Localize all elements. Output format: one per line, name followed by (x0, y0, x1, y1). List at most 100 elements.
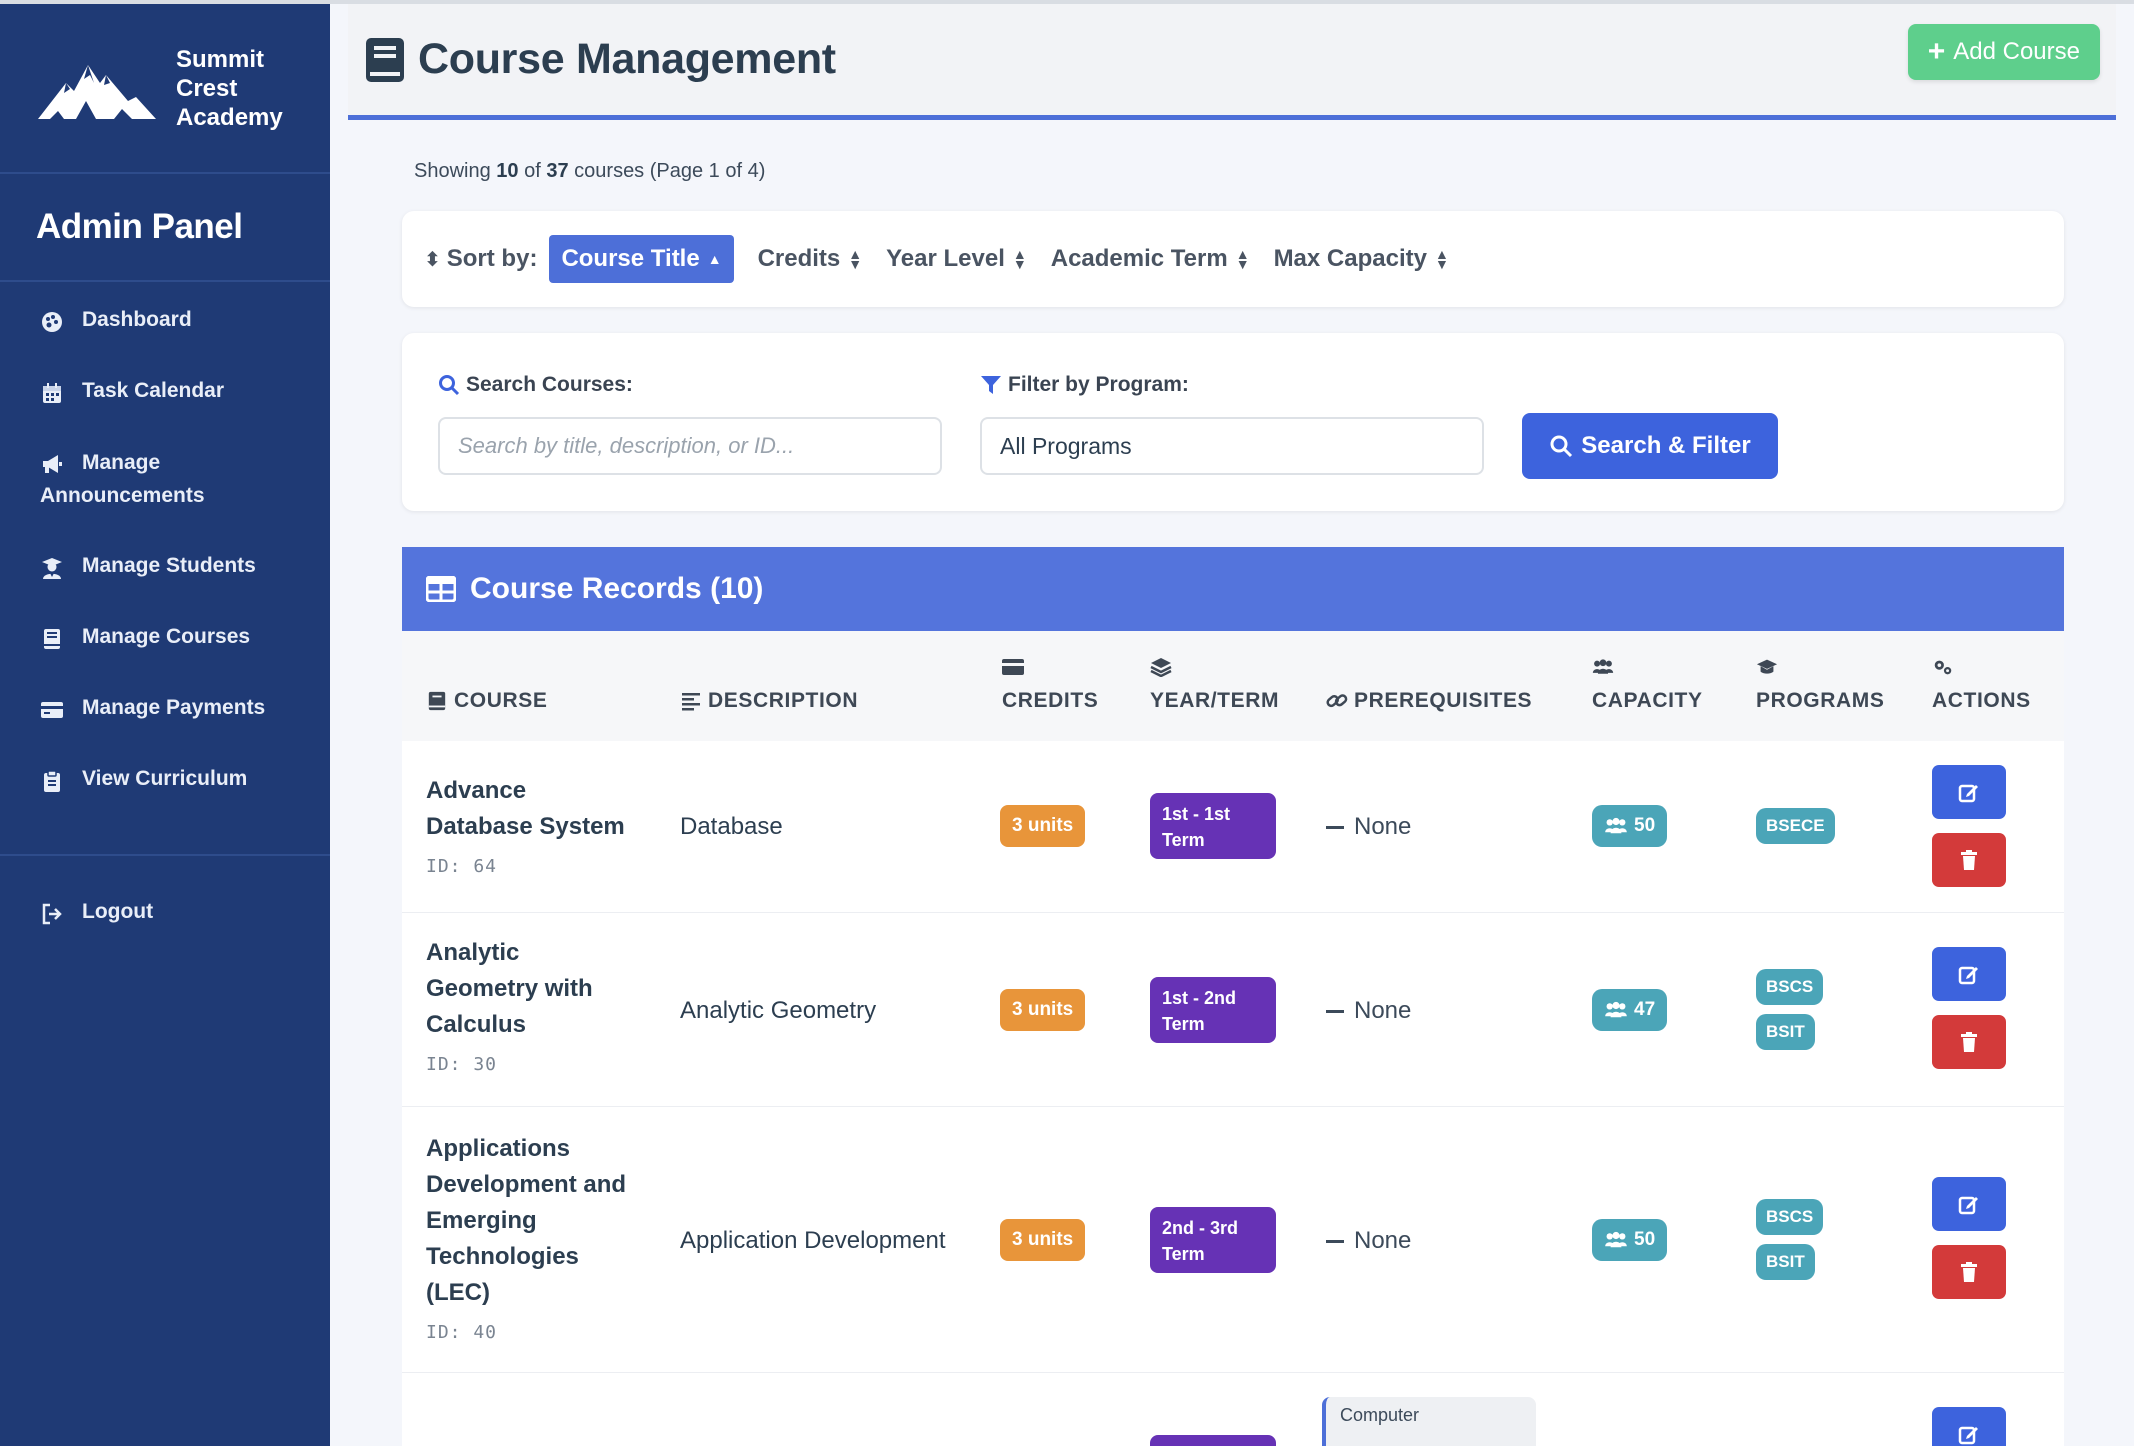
table-row[interactable]: Computer (402, 1373, 2064, 1446)
course-title[interactable]: Analytic Geometry with Calculus ID: 30 (426, 935, 636, 1083)
program-select[interactable]: All Programs (980, 417, 1484, 475)
records-header: Course Records (10) (402, 547, 2064, 631)
brand[interactable]: Summit Crest Academy (0, 4, 330, 174)
sort-icon: ⬍ (424, 248, 441, 271)
users-icon (1605, 1001, 1627, 1018)
filter-icon (981, 376, 1001, 394)
table-row[interactable]: Advance Database System ID: 64 Database 3… (402, 741, 2064, 913)
column-prerequisites[interactable]: PREREQUISITES (1326, 689, 1532, 713)
sidebar-item-manage-courses[interactable]: Manage Courses (0, 625, 330, 696)
sidebar-item-label: Manage Students (82, 554, 256, 577)
trash-icon (1961, 850, 1977, 870)
sort-label: Sort by: (446, 245, 538, 272)
sidebar-item-view-curriculum[interactable]: View Curriculum (0, 767, 330, 838)
link-icon (1326, 694, 1348, 708)
sort-arrows-icon: ▲ ▼ (1012, 246, 1027, 272)
sidebar-item-manage-students[interactable]: Manage Students (0, 554, 330, 625)
course-id: ID: 40 (426, 1322, 498, 1343)
course-description: Analytic Geometry (680, 997, 877, 1024)
edit-button[interactable] (1932, 1407, 2006, 1446)
term-badge (1150, 1435, 1276, 1446)
delete-button[interactable] (1932, 833, 2006, 887)
sidebar-item-logout[interactable]: Logout (0, 900, 330, 971)
column-programs[interactable]: PROGRAMS (1756, 657, 1884, 713)
dash-icon (1326, 1239, 1344, 1243)
column-credits[interactable]: CREDITS (1002, 657, 1098, 713)
plus-icon: + (1927, 35, 1946, 68)
program-badge: BSCS (1756, 1199, 1824, 1235)
sidebar-item-task-calendar[interactable]: Task Calendar (0, 379, 330, 450)
sidebar-item-label: Task Calendar (82, 379, 225, 402)
capacity-badge: 47 (1592, 989, 1668, 1031)
edit-icon (1958, 1196, 1978, 1215)
prerequisites-none: None (1326, 1227, 1411, 1255)
column-actions[interactable]: ACTIONS (1932, 657, 2031, 713)
program-badge: BSCS (1756, 969, 1824, 1005)
add-course-label: Add Course (1953, 38, 2080, 65)
sidebar-item-manage-announcements[interactable]: Manage Announcements (0, 450, 330, 554)
credit-card-icon (1002, 659, 1024, 675)
prerequisites-none: None (1326, 997, 1411, 1025)
sort-arrows-icon: ▲ ▼ (1235, 246, 1250, 272)
sidebar-item-label: Manage Announcements (40, 451, 205, 507)
sidebar-item-manage-payments[interactable]: Manage Payments (0, 696, 330, 767)
course-description: Application Development (680, 1227, 946, 1254)
sidebar-item-label: Logout (82, 900, 154, 923)
course-title[interactable]: Advance Database System ID: 64 (426, 773, 636, 885)
sort-option-credits[interactable]: Credits ▲ ▼ (758, 245, 863, 273)
term-badge: 1st - 1st Term (1150, 793, 1276, 859)
column-course[interactable]: COURSE (426, 689, 547, 713)
search-icon (1550, 435, 1573, 458)
program-badge: BSIT (1756, 1014, 1815, 1050)
dash-icon (1326, 1009, 1344, 1013)
sort-option-academic-term[interactable]: Academic Term ▲ ▼ (1051, 245, 1250, 273)
course-records: Course Records (10) COURSE DESCRIPTION C… (402, 547, 2064, 1446)
search-filter-button[interactable]: Search & Filter (1522, 413, 1778, 479)
megaphone-icon (43, 455, 62, 473)
logout-icon (42, 903, 62, 925)
sidebar-item-label: Dashboard (82, 308, 192, 331)
book-icon (428, 691, 446, 711)
edit-button[interactable] (1932, 947, 2006, 1001)
sort-option-year-level[interactable]: Year Level ▲ ▼ (886, 245, 1027, 273)
edit-icon (1958, 1426, 1978, 1445)
mountain-logo-icon (38, 65, 156, 119)
column-capacity[interactable]: CAPACITY (1592, 657, 1703, 713)
cogs-icon (1934, 660, 1952, 675)
page-header: Course Management + Add Course (348, 4, 2116, 120)
credit-card-icon (41, 702, 63, 718)
layers-icon (1150, 658, 1172, 677)
brand-name: Summit Crest Academy (176, 45, 283, 131)
users-icon (1605, 1231, 1627, 1248)
edit-button[interactable] (1932, 1177, 2006, 1231)
program-filter-label: Filter by Program: (980, 373, 1189, 397)
sort-option-course-title[interactable]: Course Title ▲ (549, 235, 734, 283)
table-row[interactable]: Analytic Geometry with Calculus ID: 30 Ana… (402, 913, 2064, 1107)
sidebar: Summit Crest Academy Admin Panel Dashboa… (0, 4, 330, 1446)
sidebar-item-label: Manage Courses (82, 625, 251, 648)
edit-button[interactable] (1932, 765, 2006, 819)
table-row[interactable]: Applications Development and Emerging Techn… (402, 1107, 2064, 1373)
sort-option-max-capacity[interactable]: Max Capacity ▲ ▼ (1274, 245, 1449, 273)
page-title: Course Management (418, 35, 836, 83)
sidebar-item-dashboard[interactable]: Dashboard (0, 308, 330, 379)
sort-arrows-icon: ▲ ▼ (848, 246, 863, 272)
trash-icon (1961, 1032, 1977, 1052)
term-badge: 1st - 2nd Term (1150, 977, 1276, 1043)
table-icon (426, 576, 456, 602)
logout-section: Logout (0, 856, 330, 971)
search-input[interactable]: Search by title, description, or ID... (438, 417, 942, 475)
course-id: ID: 30 (426, 1054, 498, 1075)
book-icon (44, 629, 60, 649)
course-title[interactable]: Applications Development and Emerging Techn… (426, 1131, 636, 1351)
results-summary: Showing 10 of 37 courses (Page 1 of 4) (414, 160, 766, 182)
sidebar-item-label: Manage Payments (82, 696, 266, 719)
sidebar-item-label: View Curriculum (82, 767, 248, 790)
column-description[interactable]: DESCRIPTION (680, 689, 858, 713)
add-course-button[interactable]: + Add Course (1907, 24, 2100, 80)
delete-button[interactable] (1932, 1015, 2006, 1069)
credits-badge: 3 units (1000, 1219, 1086, 1261)
delete-button[interactable] (1932, 1245, 2006, 1299)
capacity-badge: 50 (1592, 1219, 1668, 1261)
column-year-term[interactable]: YEAR/TERM (1150, 657, 1279, 713)
